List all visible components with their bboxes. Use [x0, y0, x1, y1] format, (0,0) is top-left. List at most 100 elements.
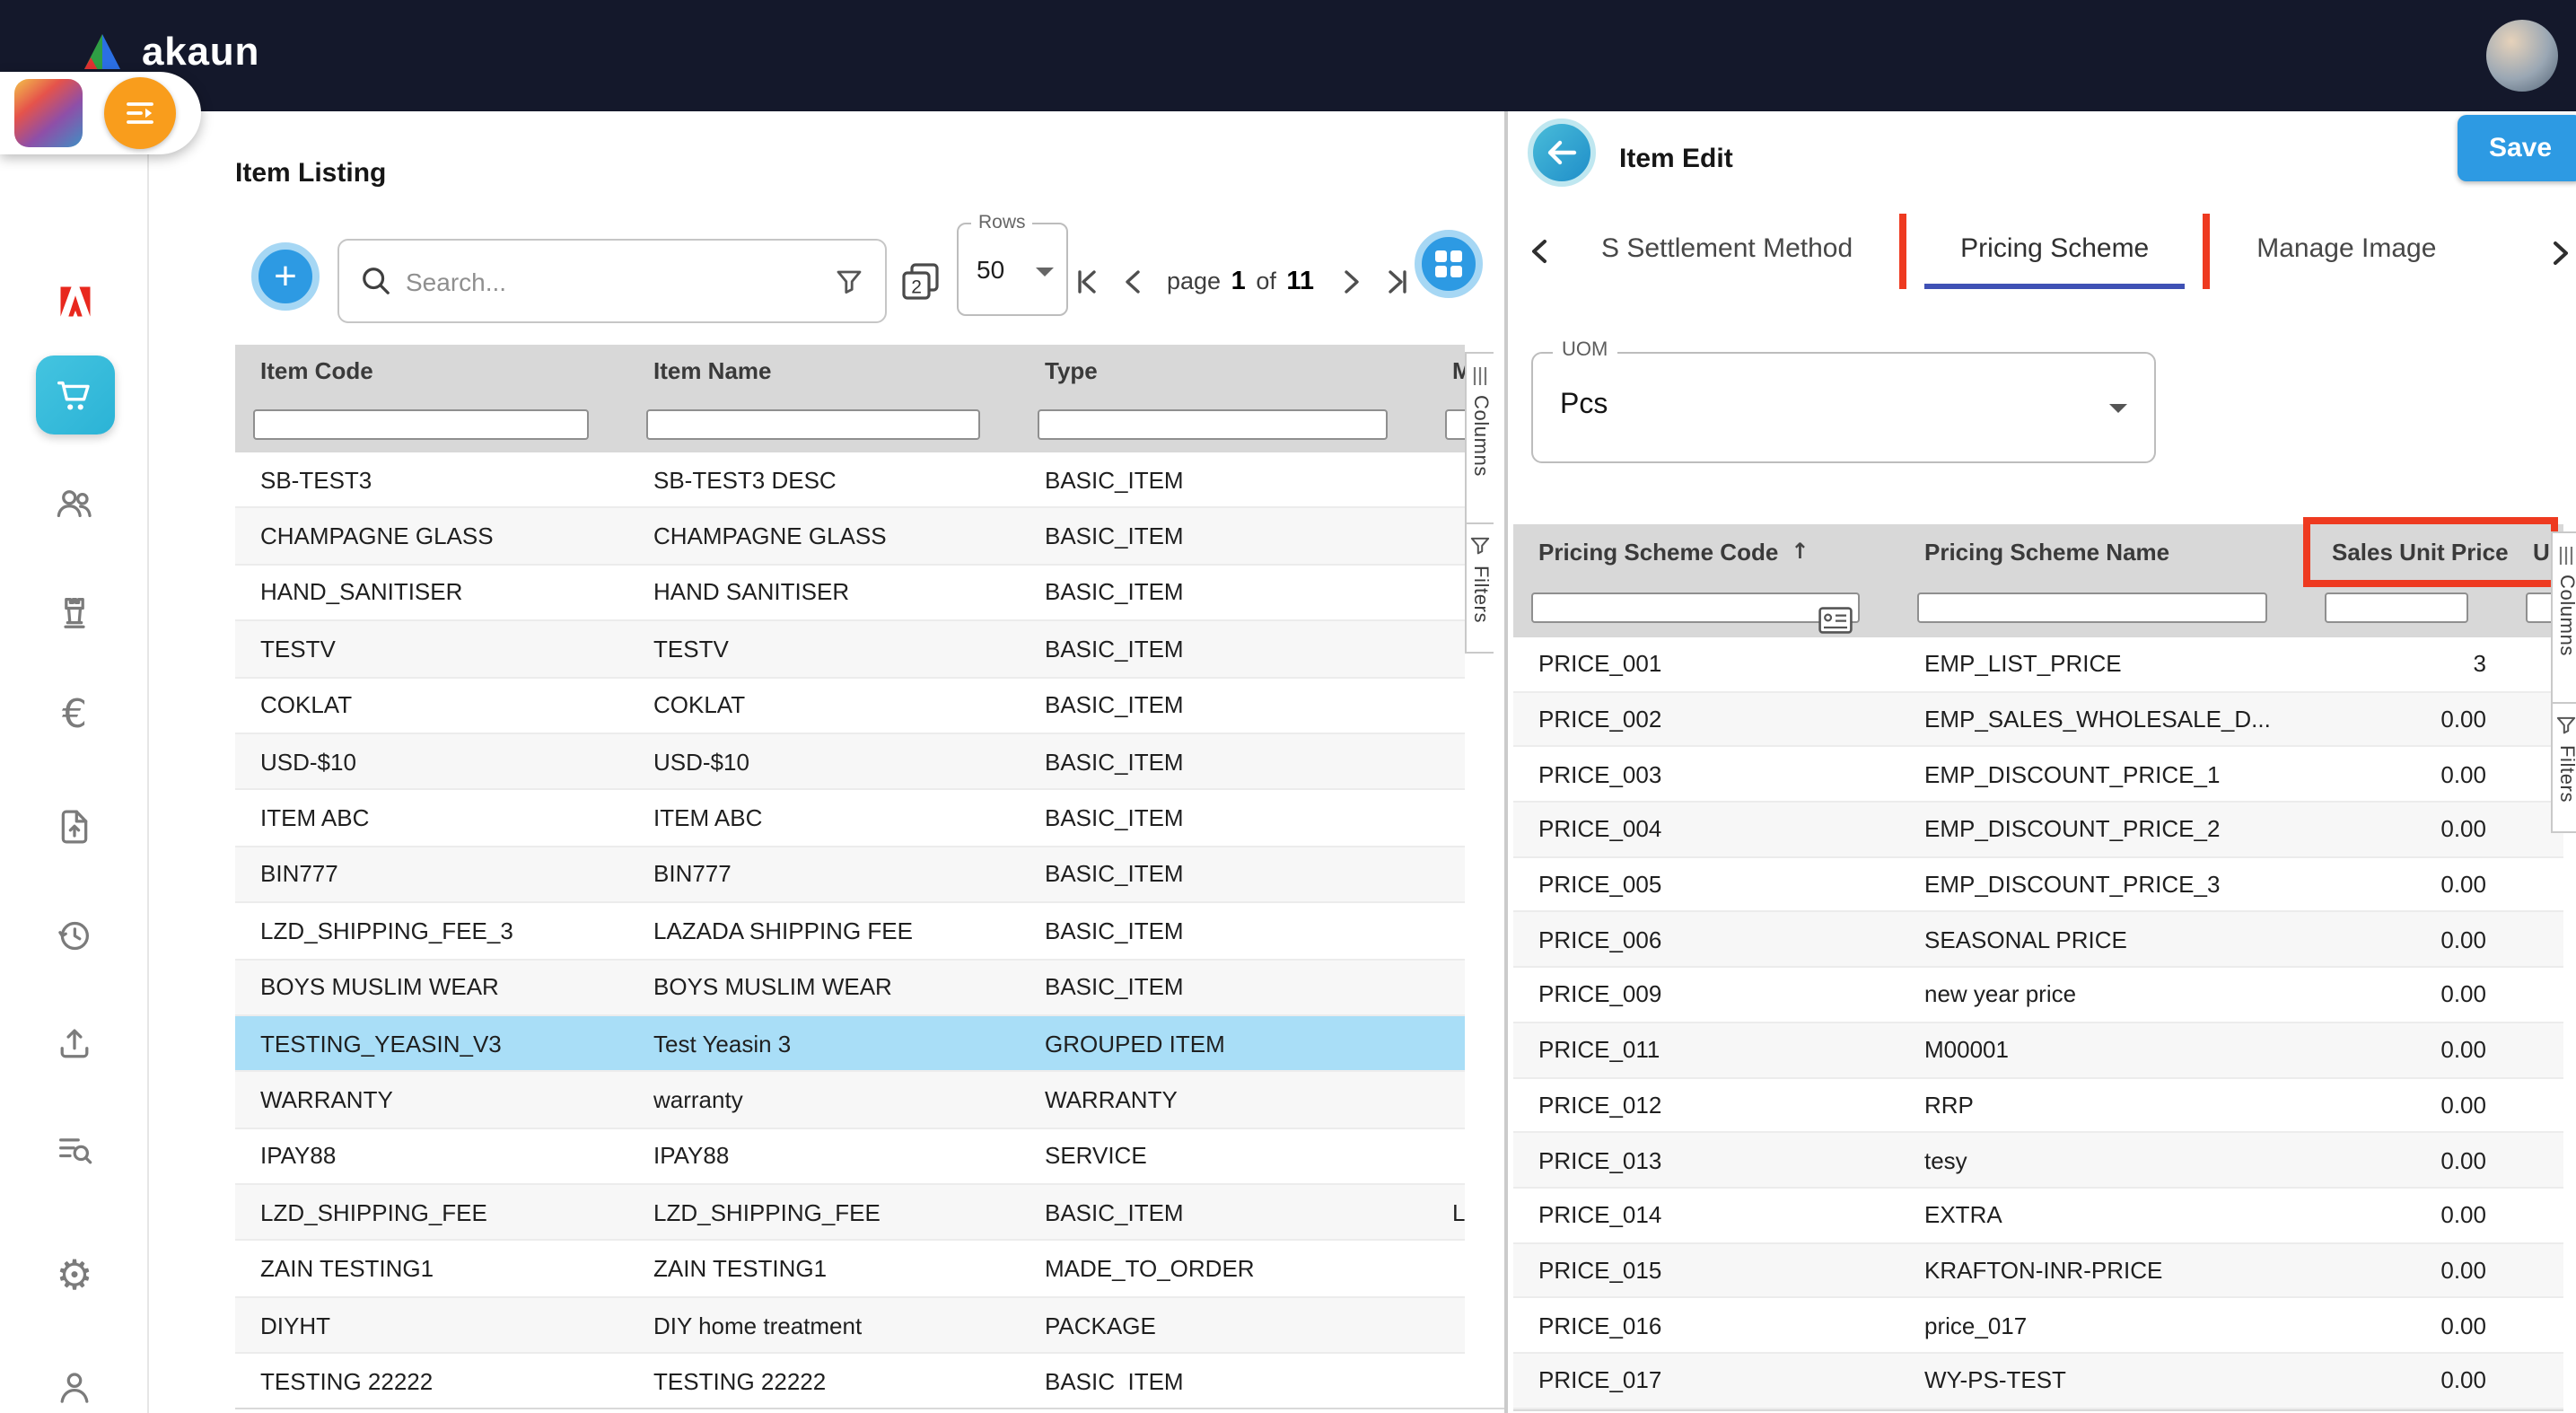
table-cell[interactable]: SB-TEST3 [235, 452, 628, 507]
table-cell[interactable]: PRICE_006 [1513, 913, 1899, 966]
table-row[interactable]: ZAIN TESTING1ZAIN TESTING1MADE_TO_ORDER [235, 1242, 1465, 1298]
table-cell[interactable]: EMP_DISCOUNT_PRICE_3 [1899, 858, 2307, 911]
table-cell[interactable]: TESTV [235, 621, 628, 676]
uom-select[interactable]: UOM Pcs [1531, 352, 2156, 463]
table-row[interactable]: PRICE_016price_0170.00 [1513, 1299, 2563, 1354]
sidebar-toggle-button[interactable] [104, 77, 176, 149]
table-row[interactable]: PRICE_001EMP_LIST_PRICE3 [1513, 637, 2563, 692]
table-cell[interactable]: price_017 [1899, 1299, 2307, 1352]
table-cell[interactable]: PRICE_005 [1513, 858, 1899, 911]
filters-panel-tab[interactable]: Filters [1467, 524, 1494, 654]
table-row[interactable]: HAND_SANITISERHAND SANITISERBASIC_ITEM [235, 566, 1465, 622]
column-header-pricing-scheme-code[interactable]: Pricing Scheme Code ↑ [1513, 524, 1899, 578]
table-cell[interactable]: COKLAT [628, 678, 1020, 733]
rows-per-page-select[interactable]: Rows 50 [957, 223, 1068, 316]
table-cell[interactable]: ZAIN TESTING1 [235, 1242, 628, 1296]
filter-funnel-icon[interactable] [835, 267, 863, 295]
table-cell[interactable]: KRAFTON-INR-PRICE [1899, 1243, 2307, 1296]
table-cell[interactable]: PRICE_014 [1513, 1189, 1899, 1242]
table-row[interactable]: PRICE_002EMP_SALES_WHOLESALE_D...0.00 [1513, 692, 2563, 747]
table-cell[interactable] [1427, 791, 1465, 846]
table-cell[interactable]: PRICE_001 [1513, 637, 1899, 690]
sidebar-item-profile[interactable] [0, 1366, 149, 1408]
table-cell[interactable]: PRICE_002 [1513, 692, 1899, 745]
duplicate-pages-button[interactable]: 2 [899, 260, 942, 312]
table-cell[interactable]: ITEM ABC [628, 791, 1020, 846]
table-cell[interactable]: BASIC_ITEM [1020, 1185, 1427, 1240]
table-cell[interactable]: BASIC_ITEM [1020, 734, 1427, 789]
back-button[interactable] [1528, 118, 1596, 187]
sidebar-item-adobe[interactable] [0, 282, 149, 321]
table-cell[interactable]: 0.00 [2307, 1023, 2508, 1076]
filters-panel-tab[interactable]: Filters [2553, 704, 2576, 833]
table-row[interactable]: ITEM ABCITEM ABCBASIC_ITEM [235, 791, 1465, 847]
table-cell[interactable]: EMP_SALES_WHOLESALE_D... [1899, 692, 2307, 745]
column-header-item-name[interactable]: Item Name [628, 345, 1020, 397]
table-row[interactable]: WARRANTYwarrantyWARRANTY [235, 1073, 1465, 1129]
table-cell[interactable]: 0.00 [2307, 803, 2508, 856]
table-row[interactable]: PRICE_009new year price0.00 [1513, 968, 2563, 1022]
table-cell[interactable]: PRICE_015 [1513, 1243, 1899, 1296]
table-cell[interactable]: SB-TEST3 DESC [628, 452, 1020, 507]
table-cell[interactable]: BASIC_ITEM [1020, 903, 1427, 958]
columns-panel-tab[interactable]: Columns [1467, 352, 1494, 524]
table-row[interactable]: TESTING 22222TESTING 22222BASIC_ITEM [235, 1355, 1465, 1392]
table-cell[interactable]: 0.00 [2307, 748, 2508, 801]
table-cell[interactable]: BASIC_ITEM [1020, 791, 1427, 846]
table-cell[interactable]: new year price [1899, 968, 2307, 1021]
tab-manage-image[interactable]: Manage Image [2221, 214, 2472, 289]
tabs-scroll-left-button[interactable] [1524, 235, 1556, 268]
table-cell[interactable]: PRICE_017 [1513, 1354, 1899, 1407]
table-cell[interactable]: M00001 [1899, 1023, 2307, 1076]
table-cell[interactable] [1427, 960, 1465, 1014]
table-cell[interactable]: TESTING_YEASIN_V3 [235, 1016, 628, 1071]
table-cell[interactable]: BIN777 [235, 847, 628, 901]
table-row[interactable]: SB-TEST3SB-TEST3 DESCBASIC_ITEM [235, 452, 1465, 509]
prev-page-button[interactable] [1115, 262, 1154, 302]
table-row[interactable]: COKLATCOKLATBASIC_ITEM [235, 678, 1465, 734]
table-row[interactable]: DIYHTDIY home treatmentPACKAGE [235, 1298, 1465, 1355]
filter-input-m[interactable] [1445, 409, 1465, 440]
table-cell[interactable]: tesy [1899, 1133, 2307, 1186]
avatar[interactable] [2486, 20, 2558, 92]
filter-input-sales-unit-price[interactable] [2325, 592, 2468, 623]
table-cell[interactable]: LA [1427, 1185, 1465, 1240]
table-row[interactable]: PRICE_006SEASONAL PRICE0.00 [1513, 913, 2563, 968]
table-row[interactable]: PRICE_012RRP0.00 [1513, 1078, 2563, 1133]
table-cell[interactable]: TESTV [628, 621, 1020, 676]
table-cell[interactable]: TESTING 22222 [628, 1355, 1020, 1392]
table-row[interactable]: PRICE_004EMP_DISCOUNT_PRICE_20.00 [1513, 803, 2563, 857]
save-button[interactable]: Save [2458, 115, 2576, 181]
table-cell[interactable]: LZD_SHIPPING_FEE [235, 1185, 628, 1240]
table-cell[interactable]: 0.00 [2307, 1189, 2508, 1242]
table-cell[interactable]: EXTRA [1899, 1189, 2307, 1242]
table-cell[interactable]: EMP_DISCOUNT_PRICE_1 [1899, 748, 2307, 801]
table-cell[interactable]: warranty [628, 1073, 1020, 1128]
table-cell[interactable]: BASIC_ITEM [1020, 621, 1427, 676]
table-cell[interactable]: LAZADA SHIPPING FEE [628, 903, 1020, 958]
table-cell[interactable]: EMP_DISCOUNT_PRICE_2 [1899, 803, 2307, 856]
table-cell[interactable]: HAND_SANITISER [235, 566, 628, 620]
table-cell[interactable]: BIN777 [628, 847, 1020, 901]
table-row[interactable]: PRICE_005EMP_DISCOUNT_PRICE_30.00 [1513, 858, 2563, 913]
table-row[interactable]: PRICE_014EXTRA0.00 [1513, 1189, 2563, 1243]
sidebar-item-settings[interactable]: ⚙ [0, 1255, 149, 1300]
first-page-button[interactable] [1070, 262, 1109, 302]
table-cell[interactable] [1427, 452, 1465, 507]
table-row[interactable]: IPAY88IPAY88SERVICE [235, 1128, 1465, 1185]
tab-settlement-method[interactable]: S Settlement Method [1565, 214, 1888, 289]
akaun-logo[interactable]: akaun [79, 29, 259, 75]
table-cell[interactable]: 0.00 [2307, 1078, 2508, 1131]
table-cell[interactable]: 0.00 [2307, 1133, 2508, 1186]
add-item-button[interactable]: + [251, 242, 320, 311]
table-row[interactable]: PRICE_003EMP_DISCOUNT_PRICE_10.00 [1513, 748, 2563, 803]
sidebar-item-history[interactable] [0, 914, 149, 955]
table-cell[interactable]: SERVICE [1020, 1128, 1427, 1183]
table-cell[interactable]: USD-$10 [235, 734, 628, 789]
sidebar-item-upload[interactable] [0, 1022, 149, 1063]
table-cell[interactable]: BASIC_ITEM [1020, 1355, 1427, 1392]
table-cell[interactable]: BOYS MUSLIM WEAR [628, 960, 1020, 1014]
table-cell[interactable]: PRICE_011 [1513, 1023, 1899, 1076]
filter-input-item-code[interactable] [253, 409, 589, 440]
table-cell[interactable]: 0.00 [2307, 858, 2508, 911]
